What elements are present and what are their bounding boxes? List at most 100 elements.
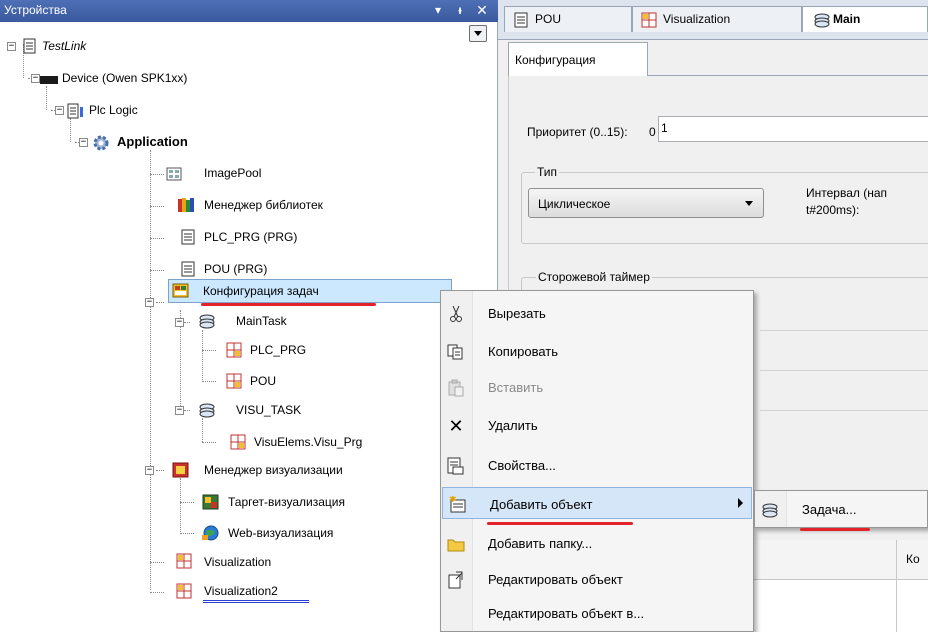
document-icon [180, 229, 196, 245]
priority-input[interactable]: 1 [658, 116, 928, 142]
task-icon [761, 501, 779, 519]
watchdog-label: Сторожевой таймер [536, 270, 652, 284]
target-visu-icon [202, 494, 219, 510]
tree-item-main-pou[interactable]: POU [250, 374, 276, 388]
menu-item-paste[interactable]: Вставить [441, 371, 753, 403]
tree-item-pou[interactable]: POU (PRG) [204, 262, 267, 276]
pou-call-icon [226, 342, 242, 358]
pou-call-icon [230, 434, 246, 450]
visualization-icon [176, 583, 192, 599]
delete-icon: ✕ [448, 415, 464, 436]
tab-pou-label: POU [535, 12, 562, 26]
red-underline [800, 528, 870, 531]
interval-label: Интервал (нап [806, 186, 888, 200]
collapse-toggle[interactable]: − [31, 74, 40, 83]
document-icon [180, 261, 196, 277]
tree-item-main-plc-prg[interactable]: PLC_PRG [250, 343, 306, 357]
tree-item-target-visu[interactable]: Таргет-визуализация [228, 495, 345, 509]
visualization-icon [176, 553, 192, 569]
document-icon [513, 12, 529, 28]
column-divider [896, 540, 897, 632]
gear-icon [92, 134, 109, 151]
tree-item-application[interactable]: Application [117, 134, 188, 149]
menu-item-edit-object[interactable]: Редактировать объект [441, 563, 753, 595]
tab-visualization[interactable]: Visualization [632, 6, 802, 32]
tree-item-visualization[interactable]: Visualization [204, 555, 271, 569]
menu-item-label: Редактировать объект [488, 572, 623, 587]
menu-item-label: Вставить [488, 380, 544, 395]
priority-value: 1 [661, 121, 668, 135]
interval-label-2: t#200ms): [806, 203, 860, 217]
menu-item-label: Удалить [488, 418, 538, 433]
type-select-value: Циклическое [538, 197, 611, 211]
paste-icon [447, 379, 465, 397]
add-object-icon: ✱ [449, 496, 467, 514]
submenu-item-task[interactable]: Задача... [755, 493, 927, 525]
menu-item-add-object[interactable]: ✱ Добавить объект [442, 487, 752, 519]
device-icon [40, 72, 58, 88]
tree-item-web-visu[interactable]: Web-визуализация [228, 526, 333, 540]
collapse-toggle[interactable]: − [175, 406, 184, 415]
collapse-toggle[interactable]: − [145, 298, 154, 307]
folder-icon [447, 535, 465, 553]
menu-item-label: Добавить объект [490, 497, 593, 512]
menu-item-label: Вырезать [488, 306, 546, 321]
tree-item-visu-manager[interactable]: Менеджер визуализации [204, 463, 343, 477]
plc-logic-icon [67, 103, 83, 119]
library-icon [178, 197, 194, 213]
add-object-submenu: Задача... [754, 490, 928, 528]
tree-dropdown-button[interactable] [469, 25, 487, 42]
tab-main-task[interactable]: Main [802, 6, 928, 32]
task-config-icon [172, 283, 189, 299]
tab-configuration[interactable]: Конфигурация [508, 42, 648, 76]
tree-item-library-manager[interactable]: Менеджер библиотек [204, 198, 323, 212]
menu-item-cut[interactable]: Вырезать [441, 297, 753, 329]
tree-item-plc-prg[interactable]: PLC_PRG (PRG) [204, 230, 297, 244]
tab-pou[interactable]: POU [504, 6, 632, 32]
table-column-header: Ко [906, 552, 920, 566]
menu-item-add-folder[interactable]: Добавить папку... [441, 527, 753, 559]
menu-item-edit-object-with[interactable]: Редактировать объект в... [441, 597, 753, 629]
menu-item-copy[interactable]: Копировать [441, 335, 753, 367]
submenu-arrow-icon [738, 498, 743, 508]
devices-panel-title: Устройства [4, 3, 67, 17]
close-icon[interactable]: ✕ [474, 2, 490, 18]
pin-icon[interactable]: ᵻ [452, 2, 468, 18]
tree-item-main-task[interactable]: MainTask [236, 314, 287, 328]
tree-item-device[interactable]: Device (Owen SPK1xx) [62, 71, 187, 85]
project-icon [22, 38, 38, 54]
menu-item-label: Свойства... [488, 458, 556, 473]
collapse-toggle[interactable]: − [7, 42, 16, 51]
tab-main-label: Main [833, 12, 861, 26]
collapse-toggle[interactable]: − [79, 138, 88, 147]
tree-item-testlink[interactable]: TestLink [42, 39, 86, 53]
priority-label: Приоритет (0..15): [527, 125, 628, 139]
divider [760, 370, 928, 371]
red-underline [201, 303, 376, 306]
tree-item-image-pool[interactable]: ImagePool [204, 166, 261, 180]
collapse-toggle[interactable]: − [175, 318, 184, 327]
svg-text:✱: ✱ [449, 496, 457, 505]
tree-item-plc-logic[interactable]: Plc Logic [89, 103, 138, 117]
pou-table-header [754, 540, 928, 580]
collapse-toggle[interactable]: − [145, 466, 154, 475]
type-label: Тип [535, 165, 560, 179]
collapse-toggle[interactable]: − [55, 106, 64, 115]
scissors-icon [447, 305, 465, 323]
red-underline [487, 522, 633, 525]
task-icon [198, 313, 215, 329]
tree-item-task-config[interactable]: Конфигурация задач [203, 284, 319, 298]
tab-visualization-label: Visualization [663, 12, 731, 26]
properties-icon [447, 457, 465, 475]
visualization-icon [641, 12, 657, 28]
pou-call-icon [226, 373, 242, 389]
divider [760, 410, 928, 411]
menu-item-properties[interactable]: Свойства... [441, 449, 753, 481]
chevron-down-icon[interactable]: ▾ [430, 2, 446, 18]
tree-item-visualization2[interactable]: Visualization2 [204, 584, 278, 598]
tree-item-visu-prg[interactable]: VisuElems.Visu_Prg [254, 435, 362, 449]
type-select[interactable]: Циклическое [528, 188, 764, 218]
tree-item-visu-task[interactable]: VISU_TASK [236, 403, 301, 417]
menu-item-delete[interactable]: ✕ Удалить [441, 409, 753, 441]
menu-item-label: Копировать [488, 344, 558, 359]
